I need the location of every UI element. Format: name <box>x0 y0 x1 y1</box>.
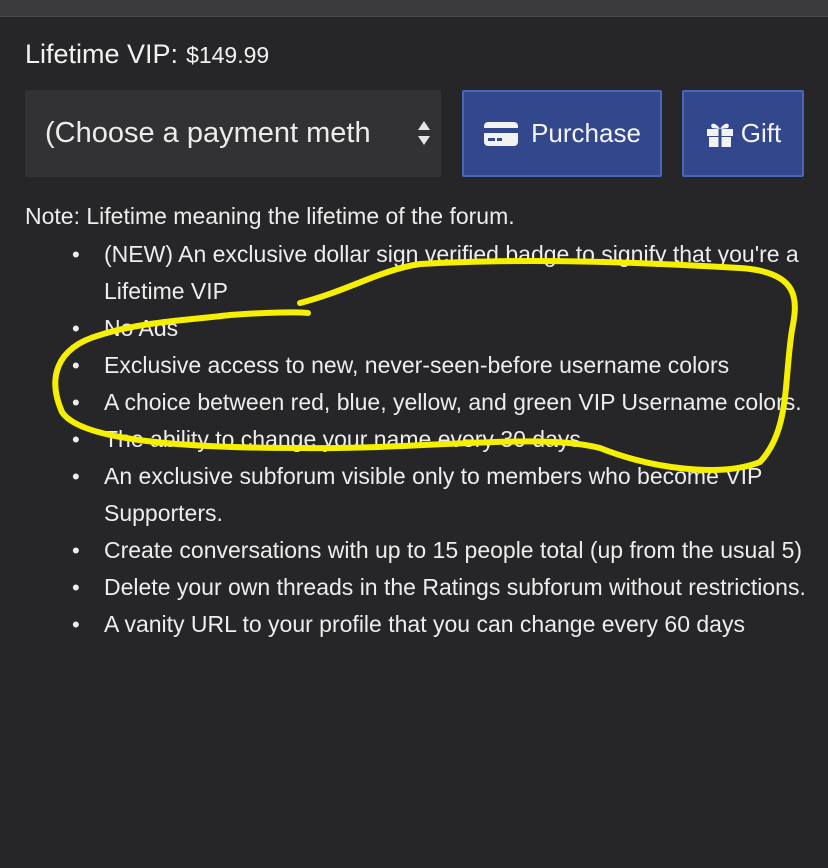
list-item: No Ads <box>62 310 812 347</box>
lifetime-note: Note: Lifetime meaning the lifetime of t… <box>25 203 515 229</box>
gift-button[interactable]: Gift <box>682 90 804 177</box>
payment-method-value: (Choose a payment meth <box>45 117 371 149</box>
purchase-label: Purchase <box>531 118 641 148</box>
vip-title-row: Lifetime VIP: $149.99 <box>25 39 269 70</box>
gift-icon <box>705 120 735 148</box>
purchase-button[interactable]: Purchase <box>462 90 662 177</box>
select-arrows-icon <box>418 121 430 145</box>
top-bar <box>0 0 828 17</box>
credit-card-icon <box>483 121 519 147</box>
list-item: An exclusive subforum visible only to me… <box>62 458 812 532</box>
payment-method-select[interactable]: (Choose a payment meth <box>25 90 441 177</box>
list-item: A choice between red, blue, yellow, and … <box>62 384 812 421</box>
vip-title: Lifetime VIP: <box>25 39 179 69</box>
list-item: (NEW) An exclusive dollar sign verified … <box>62 236 812 310</box>
list-item: Delete your own threads in the Ratings s… <box>62 569 812 606</box>
list-item: The ability to change your name every 30… <box>62 421 812 458</box>
list-item: Create conversations with up to 15 peopl… <box>62 532 812 569</box>
list-item: A vanity URL to your profile that you ca… <box>62 606 812 643</box>
feature-list: (NEW) An exclusive dollar sign verified … <box>62 236 812 643</box>
gift-label: Gift <box>740 118 782 148</box>
list-item: Exclusive access to new, never-seen-befo… <box>62 347 812 384</box>
vip-price: $149.99 <box>186 42 270 68</box>
vip-purchase-panel: Lifetime VIP: $149.99 (Choose a payment m… <box>0 17 828 868</box>
